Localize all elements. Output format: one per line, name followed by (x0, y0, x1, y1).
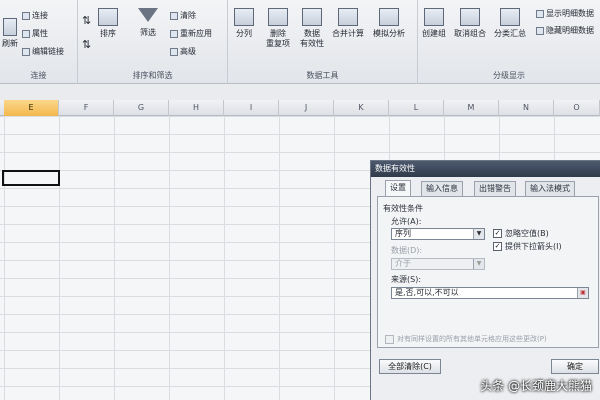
sort-za-icon: ⇅ (82, 38, 92, 51)
sort-icon (98, 8, 118, 26)
checkmark-icon: ✓ (493, 242, 502, 251)
properties-button[interactable]: 属性 (22, 28, 48, 39)
clear-all-button[interactable]: 全部清除(C) (379, 359, 441, 374)
what-if-analysis-button[interactable]: 模拟分析 (373, 8, 405, 39)
tab-ime-mode[interactable]: 输入法模式 (525, 181, 575, 196)
checkbox-empty-icon (385, 334, 394, 344)
allow-label: 允许(A): (391, 217, 422, 226)
tab-settings[interactable]: 设置 (385, 180, 411, 197)
checkmark-icon: ✓ (493, 229, 502, 238)
refresh-icon (3, 18, 17, 36)
split-columns-icon (234, 8, 254, 26)
edit-links-button[interactable]: 编辑链接 (22, 46, 64, 57)
column-header-n[interactable]: N (499, 100, 554, 116)
allow-select[interactable]: 序列 ▼ (391, 228, 485, 240)
group-label-connections: 连接 (30, 71, 47, 80)
hide-detail-icon (536, 26, 544, 35)
data-select-value: 介于 (395, 259, 411, 268)
dropdown-arrow-checkbox[interactable]: ✓ 提供下拉箭头(I) (493, 241, 562, 252)
reapply-icon (170, 29, 178, 38)
chevron-down-icon: ▼ (473, 229, 484, 239)
group-outline: 创建组 取消组合 分类汇总 显示明细数据 隐藏明细数据 分级显示 (418, 0, 600, 84)
what-if-icon (379, 8, 399, 26)
ok-button[interactable]: 确定 (551, 359, 599, 374)
chevron-down-icon: ▼ (473, 259, 484, 269)
group-sort-filter: ⇅ ⇅ 排序 筛选 清除 重新应用 高级 排序和筛选 (78, 0, 228, 84)
data-validation-dialog: 数据有效性 设置 输入信息 出错警告 输入法模式 有效性条件 允许(A): 序列… (370, 160, 600, 400)
tab-error-alert[interactable]: 出错警告 (474, 181, 516, 196)
group-label-outline: 分级显示 (493, 71, 525, 80)
group-connections: 刷新 连接 属性 编辑链接 连接 (0, 0, 78, 84)
consolidate-icon (338, 8, 358, 26)
group-data-tools: 分列 删除 重复项 数据 有效性 合并计算 模拟分析 数据工具 (228, 0, 418, 84)
ribbon: 刷新 连接 属性 编辑链接 连接 ⇅ ⇅ 排序 筛选 清除 重新应用 高级 排序… (0, 0, 600, 84)
column-header-m[interactable]: M (444, 100, 499, 116)
hide-detail-button[interactable]: 隐藏明细数据 (536, 25, 594, 36)
column-header-h[interactable]: H (169, 100, 224, 116)
dialog-title: 数据有效性 (371, 161, 600, 177)
column-header-o[interactable]: O (554, 100, 600, 116)
remove-duplicates-button[interactable]: 删除 重复项 (266, 8, 290, 49)
advanced-icon (170, 47, 178, 56)
sort-descending-button[interactable]: ⇅ (82, 38, 91, 51)
refresh-all-button[interactable]: 刷新 (2, 18, 18, 49)
group-button[interactable]: 创建组 (422, 8, 446, 39)
ignore-blank-checkbox[interactable]: ✓ 忽略空值(B) (493, 228, 549, 239)
sort-button[interactable]: 排序 (98, 8, 118, 39)
show-detail-button[interactable]: 显示明细数据 (536, 8, 594, 19)
apply-all-checkbox[interactable]: 对有同样设置的所有其他单元格应用这些更改(P) (385, 334, 547, 344)
column-header-f[interactable]: F (59, 100, 114, 116)
range-picker-icon[interactable]: ▣ (577, 288, 588, 298)
subtotal-icon (500, 8, 520, 26)
data-select: 介于 ▼ (391, 258, 485, 270)
ungroup-icon (460, 8, 480, 26)
data-validation-icon (302, 8, 322, 26)
group-label-data-tools: 数据工具 (306, 71, 339, 80)
reapply-button[interactable]: 重新应用 (170, 28, 212, 39)
text-to-columns-button[interactable]: 分列 (234, 8, 254, 39)
column-header-e[interactable]: E (4, 100, 59, 116)
data-validation-button[interactable]: 数据 有效性 (300, 8, 324, 49)
source-input[interactable]: 是,否,可以,不可以 ▣ (391, 287, 589, 299)
column-header-g[interactable]: G (114, 100, 169, 116)
data-label: 数据(D): (391, 246, 423, 255)
tab-input-message[interactable]: 输入信息 (421, 181, 463, 196)
column-header-i[interactable]: I (224, 100, 279, 116)
link-icon (22, 47, 30, 56)
group-icon (424, 8, 444, 26)
subtotal-button[interactable]: 分类汇总 (494, 8, 526, 39)
consolidate-button[interactable]: 合并计算 (332, 8, 364, 39)
column-header-j[interactable]: J (279, 100, 334, 116)
connection-icon (22, 11, 30, 20)
connections-button[interactable]: 连接 (22, 10, 48, 21)
column-headers: E F G H I J K L M N O (0, 100, 600, 116)
group-label-sort-filter: 排序和筛选 (132, 71, 173, 80)
source-label: 来源(S): (391, 275, 422, 284)
sort-ascending-button[interactable]: ⇅ (82, 14, 91, 27)
sort-az-icon: ⇅ (82, 14, 92, 27)
allow-select-value: 序列 (395, 229, 411, 238)
advanced-filter-button[interactable]: 高级 (170, 46, 196, 57)
funnel-icon (138, 8, 158, 22)
clear-filter-button[interactable]: 清除 (170, 10, 196, 21)
active-cell[interactable] (2, 170, 60, 186)
source-input-value: 是,否,可以,不可以 (395, 288, 459, 297)
remove-duplicates-icon (268, 8, 288, 26)
properties-icon (22, 29, 30, 38)
column-header-l[interactable]: L (389, 100, 444, 116)
clear-filter-icon (170, 11, 178, 20)
criteria-label: 有效性条件 (383, 204, 423, 213)
filter-button[interactable]: 筛选 (138, 8, 158, 38)
ungroup-button[interactable]: 取消组合 (454, 8, 486, 39)
watermark: 头条 @长颈鹿大熊猫 (480, 379, 592, 393)
show-detail-icon (536, 9, 544, 18)
column-header-k[interactable]: K (334, 100, 389, 116)
